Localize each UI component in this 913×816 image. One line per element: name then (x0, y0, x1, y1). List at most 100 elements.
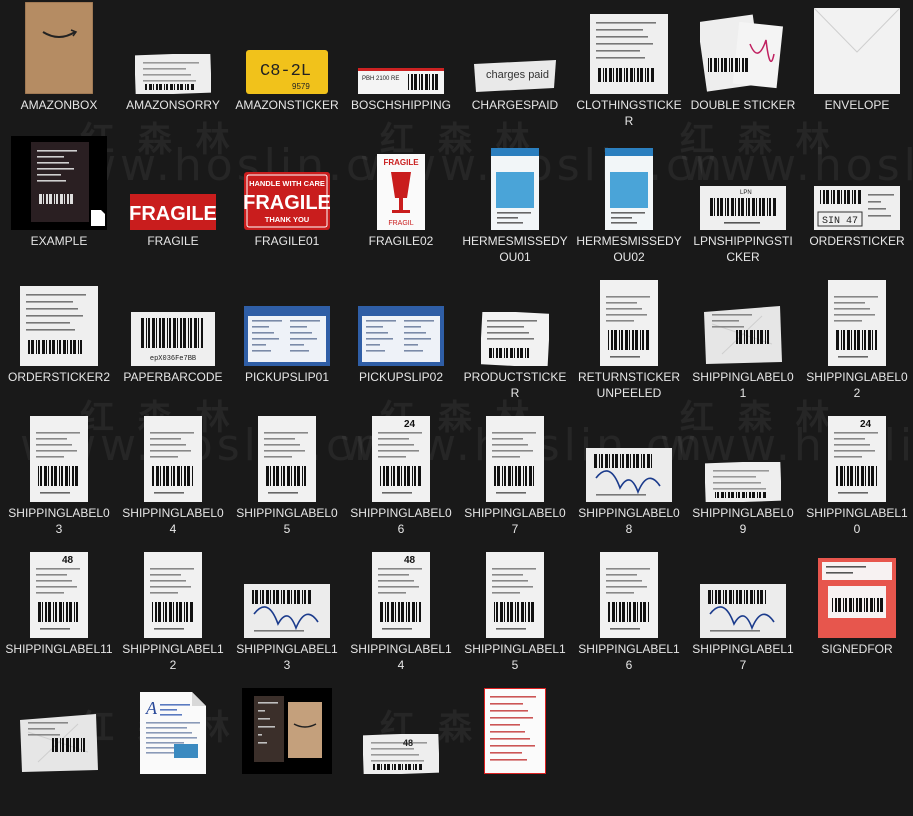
file-thumbnail (807, 544, 907, 638)
file-item[interactable]: 48 (344, 680, 458, 816)
file-item[interactable]: A (116, 680, 230, 816)
file-item[interactable]: 24 SHIPPINGLABEL10 (800, 408, 913, 544)
file-thumbnail: 48 (351, 680, 451, 774)
file-name: EXAMPLE (30, 234, 88, 248)
file-item[interactable]: AMAZONBOX (2, 0, 116, 136)
file-item[interactable]: PBH 2100 RE BOSCHSHIPPING (344, 0, 458, 136)
file-name: SHIPPINGLABEL01 (692, 370, 794, 400)
file-item[interactable]: EXAMPLE (2, 136, 116, 272)
file-item[interactable]: 48 SHIPPINGLABEL14 (344, 544, 458, 680)
file-thumbnail (351, 272, 451, 366)
file-thumbnail: 48 (351, 544, 451, 638)
file-thumbnail (123, 408, 223, 502)
file-thumbnail (237, 680, 337, 774)
file-item[interactable]: RETURNSTICKER UNPEELED (572, 272, 686, 408)
file-name: ENVELOPE (824, 98, 890, 112)
file-thumbnail: C8-2L 9579 (237, 0, 337, 94)
file-item[interactable] (230, 680, 344, 816)
file-item[interactable]: PICKUPSLIP01 (230, 272, 344, 408)
file-name: SHIPPINGLABEL02 (806, 370, 908, 400)
file-thumbnail (237, 272, 337, 366)
file-thumbnail (693, 0, 793, 94)
svg-text:24: 24 (860, 419, 872, 430)
file-item[interactable]: AMAZONSORRY (116, 0, 230, 136)
file-thumbnail (807, 272, 907, 366)
file-thumbnail (237, 408, 337, 502)
svg-text:SIN 47: SIN 47 (822, 216, 858, 227)
file-item[interactable]: SHIPPINGLABEL01 (686, 272, 800, 408)
file-item[interactable]: ENVELOPE (800, 0, 913, 136)
svg-text:48: 48 (403, 738, 413, 748)
file-name: PAPERBARCODE (123, 370, 223, 384)
file-item[interactable]: FRAGILE FRAGILE (116, 136, 230, 272)
file-thumbnail (123, 544, 223, 638)
file-item[interactable]: CLOTHINGSTICKER (572, 0, 686, 136)
file-item[interactable]: HERMESMISSEDYOU02 (572, 136, 686, 272)
file-item[interactable]: SHIPPINGLABEL05 (230, 408, 344, 544)
file-thumbnail: HANDLE WITH CARE FRAGILE THANK YOU (237, 136, 337, 230)
file-thumbnail: epX036Fe7BB (123, 272, 223, 366)
file-item[interactable]: SHIPPINGLABEL12 (116, 544, 230, 680)
file-name: HERMESMISSEDYOU02 (576, 234, 682, 264)
file-thumbnail: charges paid (465, 0, 565, 94)
file-item[interactable]: LPN LPNSHIPPINGSTICKER (686, 136, 800, 272)
svg-text:FRAGIL: FRAGIL (388, 220, 413, 227)
file-thumbnail (579, 408, 679, 502)
file-item[interactable]: C8-2L 9579 AMAZONSTICKER (230, 0, 344, 136)
svg-text:9579: 9579 (292, 82, 310, 91)
svg-text:charges paid: charges paid (486, 69, 549, 81)
file-grid: AMAZONBOX AMAZONSORRY C8-2L 9579 AMAZONST… (2, 0, 913, 816)
file-name: HERMESMISSEDYOU01 (462, 234, 568, 264)
file-item[interactable]: SHIPPINGLABEL16 (572, 544, 686, 680)
file-item[interactable]: PRODUCTSTICKER (458, 272, 572, 408)
file-item[interactable]: charges paid CHARGESPAID (458, 0, 572, 136)
file-name: SHIPPINGLABEL13 (236, 642, 338, 672)
file-name: ORDERSTICKER (809, 234, 905, 248)
file-item[interactable]: SHIPPINGLABEL15 (458, 544, 572, 680)
file-thumbnail: 24 (807, 408, 907, 502)
file-item[interactable]: HANDLE WITH CARE FRAGILE THANK YOU FRAGIL… (230, 136, 344, 272)
file-name: SHIPPINGLABEL06 (350, 506, 452, 536)
file-thumbnail (465, 136, 565, 230)
file-name: SHIPPINGLABEL04 (122, 506, 224, 536)
file-thumbnail (465, 408, 565, 502)
file-thumbnail (579, 0, 679, 94)
file-thumbnail (465, 544, 565, 638)
file-name: SHIPPINGLABEL05 (236, 506, 338, 536)
file-item[interactable]: SHIPPINGLABEL02 (800, 272, 913, 408)
file-name: AMAZONSORRY (126, 98, 220, 112)
svg-text:HANDLE WITH CARE: HANDLE WITH CARE (249, 179, 325, 188)
file-name: SHIPPINGLABEL07 (464, 506, 566, 536)
file-item[interactable]: SIN 47 ORDERSTICKER (800, 136, 913, 272)
svg-text:48: 48 (62, 555, 74, 566)
file-item[interactable]: epX036Fe7BB PAPERBARCODE (116, 272, 230, 408)
file-item[interactable]: SHIPPINGLABEL17 (686, 544, 800, 680)
file-item[interactable] (2, 680, 116, 816)
file-thumbnail: A (123, 680, 223, 774)
file-thumbnail: PBH 2100 RE (351, 0, 451, 94)
file-item[interactable]: SHIPPINGLABEL09 (686, 408, 800, 544)
file-item[interactable]: SHIPPINGLABEL03 (2, 408, 116, 544)
file-name: RETURNSTICKER UNPEELED (577, 370, 680, 400)
file-item[interactable]: DOUBLE STICKER (686, 0, 800, 136)
file-name: AMAZONBOX (20, 98, 98, 112)
file-thumbnail: 48 (9, 544, 109, 638)
file-thumbnail (123, 0, 223, 94)
file-item[interactable]: 48 SHIPPINGLABEL11 (2, 544, 116, 680)
file-item[interactable]: SHIPPINGLABEL07 (458, 408, 572, 544)
file-item[interactable]: ORDERSTICKER2 (2, 272, 116, 408)
file-item[interactable]: SIGNEDFOR (800, 544, 913, 680)
file-item[interactable] (458, 680, 572, 816)
file-item[interactable]: SHIPPINGLABEL08 (572, 408, 686, 544)
file-name: LPNSHIPPINGSTICKER (693, 234, 793, 264)
file-thumbnail: LPN (693, 136, 793, 230)
file-item[interactable]: FRAGILE FRAGIL FRAGILE02 (344, 136, 458, 272)
file-thumbnail (579, 136, 679, 230)
file-item[interactable]: SHIPPINGLABEL13 (230, 544, 344, 680)
svg-text:FRAGILE: FRAGILE (130, 203, 216, 225)
file-item[interactable]: 24 SHIPPINGLABEL06 (344, 408, 458, 544)
file-item[interactable]: HERMESMISSEDYOU01 (458, 136, 572, 272)
file-item[interactable]: PICKUPSLIP02 (344, 272, 458, 408)
file-item[interactable]: SHIPPINGLABEL04 (116, 408, 230, 544)
file-name: SIGNEDFOR (821, 642, 893, 656)
